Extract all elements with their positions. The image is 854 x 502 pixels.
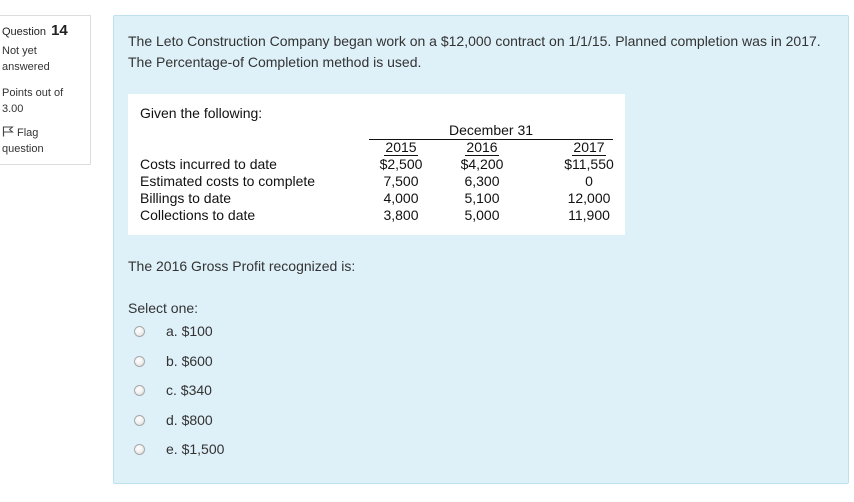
row-label-estimated-costs: Estimated costs to complete (140, 173, 316, 189)
year-header-2015: 2015 (384, 139, 418, 156)
answer-option-label: e. $1,500 (166, 441, 225, 457)
question-prompt: The 2016 Gross Profit recognized is: (128, 258, 356, 274)
answer-option-label: b. $600 (166, 353, 213, 369)
answer-option-a[interactable]: a. $100 (134, 321, 213, 341)
answer-option-c[interactable]: c. $340 (134, 380, 212, 400)
radio-button[interactable] (134, 325, 145, 337)
table-cell: 0 (585, 173, 593, 189)
radio-button[interactable] (134, 443, 145, 455)
radio-button[interactable] (134, 355, 145, 367)
radio-button[interactable] (134, 384, 145, 396)
table-cell: $2,500 (379, 156, 423, 172)
question-text: The Leto Construction Company began work… (128, 33, 821, 70)
table-cell: 4,000 (383, 190, 419, 206)
answer-option-label: d. $800 (166, 412, 213, 428)
answer-option-b[interactable]: b. $600 (134, 351, 213, 371)
flag-icon (2, 126, 14, 137)
given-title: Given the following: (140, 105, 263, 121)
question-content: The Leto Construction Company began work… (113, 15, 849, 484)
given-data-table: Given the following: December 31 2015 20… (128, 94, 625, 235)
row-label-billings: Billings to date (140, 190, 232, 206)
answer-option-d[interactable]: d. $800 (134, 410, 213, 430)
table-cell: $11,550 (564, 156, 614, 172)
answer-option-label: c. $340 (166, 382, 212, 398)
table-cell: 11,900 (568, 207, 610, 223)
table-cell: $4,200 (460, 156, 504, 172)
answer-option-e[interactable]: e. $1,500 (134, 439, 224, 459)
table-cell: 12,000 (567, 190, 611, 206)
answer-option-label: a. $100 (166, 323, 213, 339)
table-cell: 5,000 (464, 207, 500, 223)
radio-button[interactable] (134, 414, 145, 426)
year-header-2016: 2016 (465, 139, 499, 156)
year-header-2017: 2017 (572, 139, 606, 156)
question-info: Question 14 Not yet answered Points out … (0, 15, 91, 165)
question-state: Not yet answered (2, 45, 50, 73)
question-grade: Points out of 3.00 (2, 87, 64, 115)
table-cell: 6,300 (464, 173, 500, 189)
table-cell: 3,800 (383, 207, 419, 223)
table-cell: 5,100 (464, 190, 500, 206)
row-label-costs-incurred: Costs incurred to date (140, 156, 277, 172)
question-number-line: Question 14 (2, 23, 90, 40)
row-label-collections: Collections to date (140, 207, 256, 223)
select-one-label: Select one: (128, 300, 199, 316)
flag-question-button[interactable]: Flag question (2, 125, 62, 157)
question-label: Question (2, 26, 47, 38)
table-header-date: December 31 (369, 122, 613, 140)
question-number: 14 (51, 22, 68, 39)
table-cell: 7,500 (383, 173, 419, 189)
